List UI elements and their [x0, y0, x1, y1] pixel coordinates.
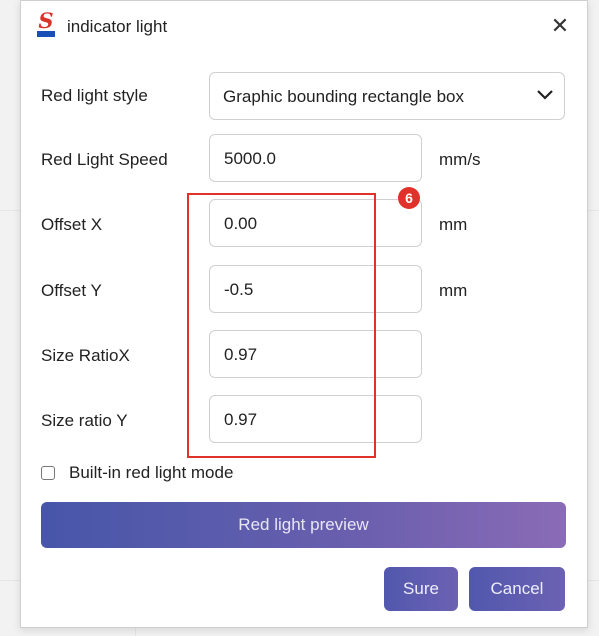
offset-x-label: Offset X: [41, 215, 103, 234]
offset-y-unit: mm: [439, 281, 468, 300]
red-light-speed-input[interactable]: 5000.0: [209, 134, 422, 182]
annotation-badge: 6: [398, 187, 420, 209]
close-button[interactable]: ✕: [548, 14, 572, 38]
indicator-light-dialog: S indicator light ✕ Red light style Grap…: [20, 0, 588, 628]
cancel-button[interactable]: Cancel: [469, 567, 565, 611]
size-ratio-y-label: Size ratio Y: [41, 411, 128, 430]
red-light-style-value: Graphic bounding rectangle box: [223, 87, 464, 106]
red-light-speed-label: Red Light Speed: [41, 150, 168, 169]
builtin-red-light-mode-label: Built-in red light mode: [69, 463, 234, 482]
chevron-down-icon: [537, 90, 553, 100]
offset-y-label: Offset Y: [41, 281, 102, 300]
size-ratio-x-label: Size RatioX: [41, 346, 130, 365]
app-logo-icon: S: [35, 10, 57, 40]
red-light-style-select[interactable]: Graphic bounding rectangle box: [209, 72, 565, 120]
sure-button[interactable]: Sure: [384, 567, 458, 611]
red-light-preview-button[interactable]: Red light preview: [41, 502, 566, 548]
dialog-title: indicator light: [67, 17, 168, 36]
speed-unit: mm/s: [439, 150, 481, 169]
builtin-red-light-mode-checkbox[interactable]: [41, 466, 55, 480]
title-bar: S indicator light ✕: [21, 1, 587, 57]
highlight-annotation-box: [187, 193, 376, 458]
red-light-style-label: Red light style: [41, 86, 148, 105]
offset-x-unit: mm: [439, 215, 468, 234]
